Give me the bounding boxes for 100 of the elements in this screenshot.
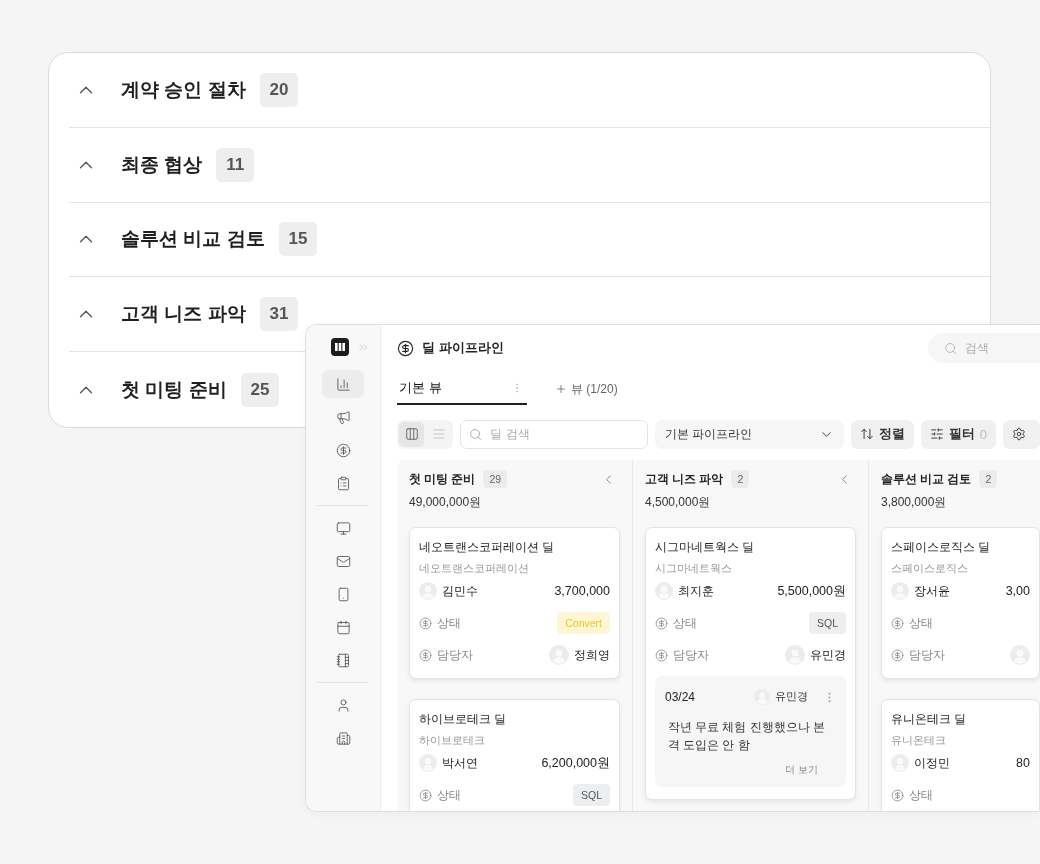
monitor-icon	[335, 520, 351, 536]
company-name: 시그마네트웍스	[655, 561, 733, 576]
deal-card[interactable]: 시그마네트웍스 딜 시그마네트웍스 최지훈 5,500,000원 상태 SQL 담당자 유민경 03/24 유민경 작년 무료 체험 진행했으나 본격 도입은 안 함 더 보기	[645, 527, 856, 800]
field-label: 상태	[909, 787, 933, 803]
dollar-icon	[335, 442, 351, 458]
count-badge: 2	[979, 470, 998, 488]
contact-name: 김민수	[442, 583, 478, 599]
columns-icon	[404, 427, 419, 441]
column-total: 49,000,000원	[409, 494, 483, 511]
sort-button[interactable]: 정렬	[850, 419, 914, 449]
notebook-icon	[335, 652, 351, 668]
dollar-icon	[655, 616, 668, 630]
company-name: 유니온테크	[891, 733, 947, 748]
count-badge: 20	[259, 72, 299, 107]
filter-icon	[929, 427, 944, 441]
dollar-icon	[891, 788, 904, 802]
column-total: 4,500,000원	[645, 494, 712, 511]
deal-card[interactable]: 스페이스로직스 딜 스페이스로직스 장서윤 3,00 상태 담당자	[881, 527, 1040, 679]
dollar-icon	[891, 648, 904, 662]
note-text: 작년 무료 체험 진행했으나 본격 도입은 안 함	[667, 720, 826, 754]
dollar-icon	[891, 616, 904, 630]
deal-title: 네오트랜스코퍼레이션 딜	[419, 540, 556, 555]
count-badge: 29	[483, 470, 508, 488]
dollar-icon	[397, 339, 414, 357]
deal-title: 하이브로테크 딜	[419, 712, 508, 727]
note-date: 03/24	[665, 690, 696, 704]
add-view-button[interactable]: 뷰 (1/20)	[551, 373, 622, 405]
field-label: 상태	[673, 615, 697, 631]
deal-amount: 80	[1016, 756, 1030, 770]
count-badge: 31	[259, 297, 299, 332]
deal-search-input[interactable]: 딜 검색	[488, 426, 639, 442]
count-badge: 25	[240, 372, 280, 407]
owner-name: 정희영	[574, 647, 610, 663]
deal-card[interactable]: 하이브로테크 딜 하이브로테크 박서연 6,200,000원 상태 SQL	[409, 699, 620, 811]
pipeline-select[interactable]: 기본 파이프라인	[654, 419, 844, 449]
column-total: 3,800,000원	[881, 494, 948, 511]
more-link[interactable]: 더 보기	[785, 762, 818, 777]
page-title: 딜 파이프라인	[422, 339, 504, 357]
megaphone-icon	[335, 409, 351, 425]
mail-icon	[335, 553, 351, 569]
contact-name: 최지훈	[678, 583, 714, 599]
column-title: 첫 미팅 준비	[409, 471, 476, 487]
column-title: 고객 니즈 파악	[645, 471, 724, 487]
count-badge: 2	[731, 470, 750, 488]
status-badge: SQL	[809, 612, 846, 634]
contact-name: 이정민	[914, 755, 950, 771]
deal-title: 스페이스로직스 딜	[891, 540, 992, 555]
accordion-title[interactable]: 첫 미팅 준비	[121, 376, 227, 403]
accordion-title[interactable]: 솔루션 비교 검토	[121, 226, 265, 253]
chart-icon	[335, 376, 351, 392]
list-icon	[431, 427, 446, 441]
phone-icon	[335, 586, 351, 602]
dollar-icon	[419, 788, 432, 802]
contact-name: 박서연	[442, 755, 478, 771]
view-tab[interactable]: 기본 뷰	[397, 373, 527, 405]
dollar-icon	[419, 616, 432, 630]
settings-button[interactable]	[1003, 419, 1040, 449]
field-label: 상태	[437, 787, 461, 803]
dollar-icon	[655, 648, 668, 662]
logo-icon	[330, 338, 349, 356]
deal-amount: 6,200,000원	[541, 754, 610, 772]
accordion-title[interactable]: 최종 협상	[121, 151, 203, 178]
company-name: 스페이스로직스	[891, 561, 969, 576]
accordion-title[interactable]: 고객 니즈 파악	[121, 301, 246, 328]
company-name: 네오트랜스코퍼레이션	[419, 561, 530, 576]
person-icon	[335, 697, 351, 713]
field-label: 상태	[909, 615, 933, 631]
company-name: 하이브로테크	[419, 733, 486, 748]
search-input[interactable]: 검색	[963, 340, 1040, 356]
plus-icon	[555, 383, 567, 395]
deal-title: 시그마네트웍스 딜	[655, 540, 756, 555]
owner-name: 유민경	[810, 647, 846, 663]
count-badge: 11	[216, 147, 255, 182]
settings-icon	[1012, 427, 1026, 441]
search-field[interactable]: 검색	[928, 333, 1040, 363]
deal-card[interactable]: 네오트랜스코퍼레이션 딜 네오트랜스코퍼레이션 김민수 3,700,000 상태 Convert 담당자 정희영	[409, 527, 620, 679]
building-icon	[335, 730, 351, 746]
deal-card[interactable]: 유니온테크 딜 유니온테크 이정민 80 상태	[881, 699, 1040, 811]
note-author: 유민경	[775, 690, 808, 704]
count-badge: 15	[278, 222, 318, 257]
status-badge: SQL	[573, 784, 610, 806]
sidebar-item[interactable]	[322, 370, 364, 398]
column-title: 솔루션 비교 검토	[881, 471, 972, 487]
field-label: 담당자	[437, 647, 473, 663]
field-label: 담당자	[673, 647, 709, 663]
sort-icon	[859, 427, 874, 441]
search-icon	[469, 426, 483, 442]
deal-amount: 5,500,000원	[777, 582, 846, 600]
deal-title: 유니온테크 딜	[891, 712, 968, 727]
deal-search-field[interactable]: 딜 검색	[460, 419, 648, 449]
clipboard-icon	[335, 475, 351, 491]
accordion-title[interactable]: 계약 승인 절차	[121, 76, 246, 103]
board-view-button[interactable]	[399, 421, 424, 447]
status-badge: Convert	[557, 612, 610, 634]
deal-amount: 3,00	[1005, 584, 1030, 598]
dollar-icon	[419, 648, 432, 662]
field-label: 담당자	[909, 647, 945, 663]
contact-name: 장서윤	[914, 583, 950, 599]
field-label: 상태	[437, 615, 461, 631]
calendar-icon	[335, 619, 351, 635]
